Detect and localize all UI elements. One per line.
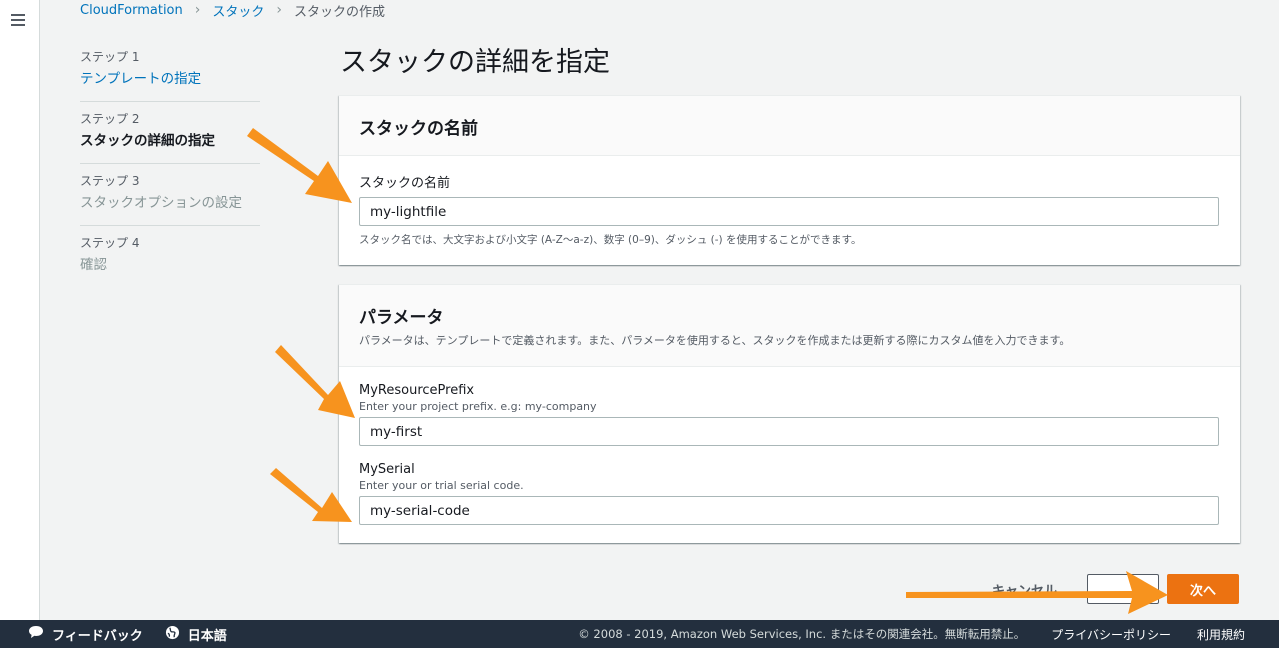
next-button[interactable]: 次へ: [1167, 574, 1239, 604]
serial-input[interactable]: [359, 496, 1219, 525]
panel-title: スタックの名前: [359, 119, 478, 139]
breadcrumb: CloudFormation › スタック › スタックの作成: [80, 0, 385, 20]
panel-header: スタックの名前: [339, 96, 1240, 156]
copyright-text: © 2008 - 2019, Amazon Web Services, Inc.…: [578, 627, 1026, 641]
step-label-current: スタックの詳細の指定: [80, 133, 215, 149]
resource-prefix-input[interactable]: [359, 417, 1219, 446]
feedback-button[interactable]: フィードバック: [28, 625, 143, 644]
breadcrumb-current: スタックの作成: [293, 4, 385, 20]
panel-description: パラメータは、テンプレートで定義されます。また、パラメータを使用すると、スタック…: [359, 334, 1071, 347]
panel-header: パラメータ パラメータは、テンプレートで定義されます。また、パラメータを使用する…: [339, 285, 1240, 367]
stack-name-hint: スタック名では、大文字および小文字 (A-Z〜a-z)、数字 (0–9)、ダッシ…: [359, 234, 862, 246]
privacy-policy-link[interactable]: プライバシーポリシー: [1051, 626, 1171, 643]
param-description: Enter your project prefix. e.g: my-compa…: [359, 400, 597, 413]
step-number: ステップ 1: [80, 50, 140, 64]
previous-button[interactable]: [1087, 574, 1159, 604]
chevron-right-icon: ›: [276, 2, 282, 18]
stack-name-label: スタックの名前: [359, 176, 451, 191]
breadcrumb-cloudformation[interactable]: CloudFormation: [80, 3, 183, 18]
globe-icon: [165, 625, 180, 644]
page-title: スタックの詳細を指定: [340, 47, 610, 78]
terms-link[interactable]: 利用規約: [1197, 626, 1245, 643]
stack-name-panel: スタックの名前 スタックの名前 スタック名では、大文字および小文字 (A-Z〜a…: [339, 95, 1240, 265]
panel-title: パラメータ: [359, 308, 444, 328]
chevron-right-icon: ›: [194, 2, 201, 18]
wizard-actions: キャンセル 次へ: [992, 574, 1239, 604]
speech-bubble-icon: [28, 625, 44, 643]
parameters-panel: パラメータ パラメータは、テンプレートで定義されます。また、パラメータを使用する…: [339, 284, 1240, 543]
step-2: ステップ 2 スタックの詳細の指定: [80, 102, 260, 164]
param-field-serial: MySerial Enter your or trial serial code…: [359, 462, 1220, 525]
language-selector[interactable]: 日本語: [165, 625, 227, 644]
step-label-review: 確認: [80, 257, 107, 273]
step-1: ステップ 1 テンプレートの指定: [80, 40, 260, 102]
breadcrumb-stacks[interactable]: スタック: [212, 1, 264, 20]
step-4: ステップ 4 確認: [80, 226, 260, 287]
param-field-resource-prefix: MyResourcePrefix Enter your project pref…: [359, 383, 1220, 446]
step-number: ステップ 4: [80, 236, 140, 250]
step-number: ステップ 2: [80, 112, 140, 126]
language-label: 日本語: [187, 628, 227, 644]
footer: フィードバック 日本語 © 2008 - 2019, Amazon Web Se…: [0, 620, 1279, 648]
side-navigation-rail: [0, 0, 40, 620]
panel-body: スタックの名前 スタック名では、大文字および小文字 (A-Z〜a-z)、数字 (…: [339, 156, 1240, 265]
param-description: Enter your or trial serial code.: [359, 479, 524, 492]
annotation-arrow-icon: [247, 128, 352, 203]
panel-body: MyResourcePrefix Enter your project pref…: [339, 367, 1240, 543]
menu-icon[interactable]: [11, 14, 25, 26]
step-number: ステップ 3: [80, 174, 140, 188]
step-3: ステップ 3 スタックオプションの設定: [80, 164, 260, 226]
cancel-button[interactable]: キャンセル: [992, 580, 1057, 599]
wizard-steps: ステップ 1 テンプレートの指定 ステップ 2 スタックの詳細の指定 ステップ …: [80, 40, 260, 287]
param-label: MyResourcePrefix: [359, 383, 475, 398]
step-label-options: スタックオプションの設定: [80, 195, 242, 211]
param-label: MySerial: [359, 462, 415, 477]
stack-name-input[interactable]: [359, 197, 1219, 226]
step-link-template[interactable]: テンプレートの指定: [80, 67, 260, 87]
feedback-label: フィードバック: [52, 628, 143, 644]
